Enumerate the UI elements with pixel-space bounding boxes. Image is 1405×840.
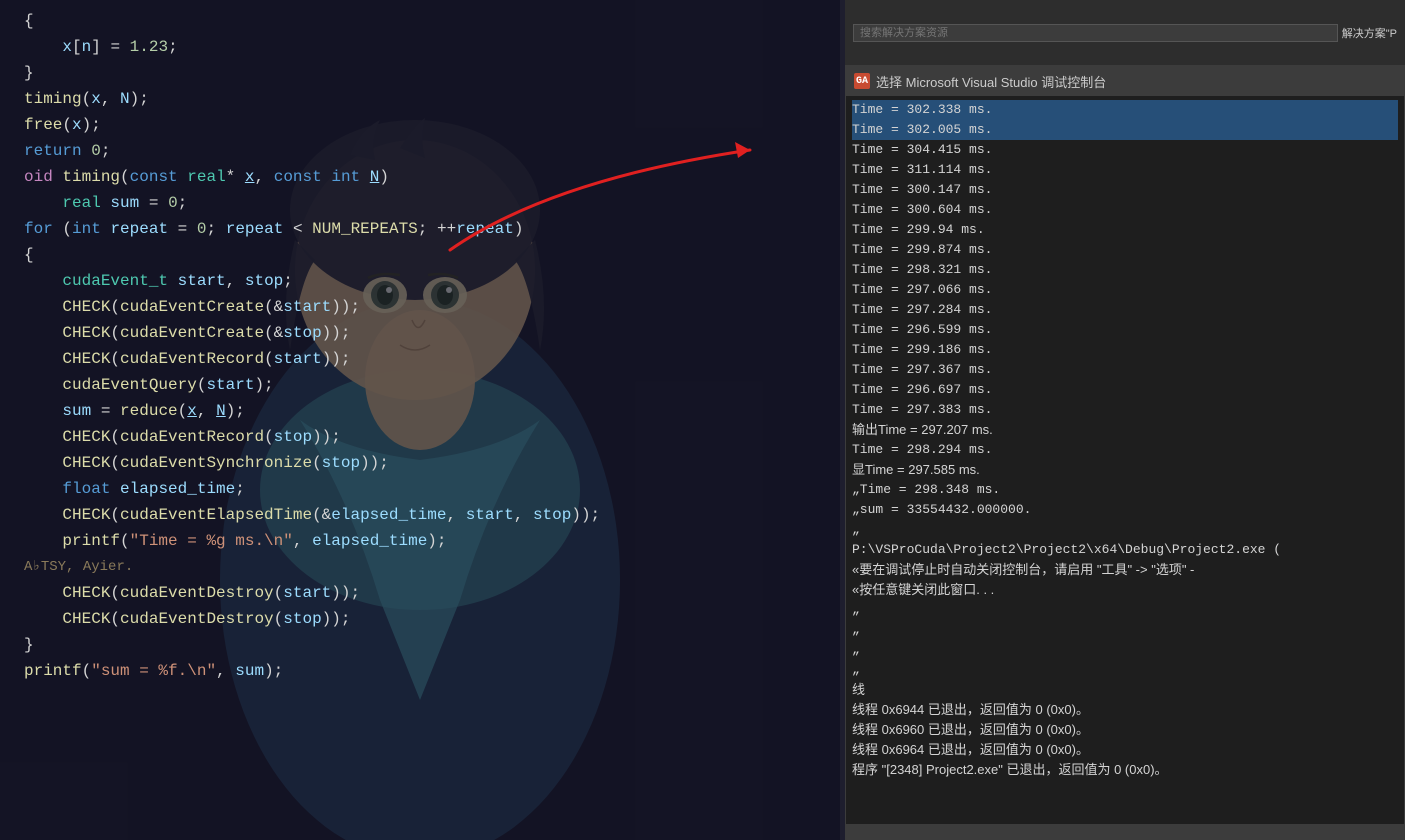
debug-line: Time = 299.186 ms.	[852, 340, 1398, 360]
debug-line: «按任意键关闭此窗口. . .	[852, 580, 1398, 600]
code-line: CHECK(cudaEventElapsedTime(&elapsed_time…	[0, 502, 840, 528]
debug-line: „	[852, 620, 1398, 640]
scrollbar-bottom[interactable]	[845, 824, 1405, 840]
debug-line: „	[852, 600, 1398, 620]
debug-line: Time = 304.415 ms.	[852, 140, 1398, 160]
debug-line: Time = 298.321 ms.	[852, 260, 1398, 280]
code-line: for (int repeat = 0; repeat < NUM_REPEAT…	[0, 216, 840, 242]
debug-line: Time = 300.147 ms.	[852, 180, 1398, 200]
debug-line: Time = 298.294 ms.	[852, 440, 1398, 460]
code-line: CHECK(cudaEventRecord(start));	[0, 346, 840, 372]
debug-line: Time = 302.005 ms.	[852, 120, 1398, 140]
debug-title-text: 选择 Microsoft Visual Studio 调试控制台	[876, 72, 1106, 91]
debug-line: 程序 "[2348] Project2.exe" 已退出，返回值为 0 (0x0…	[852, 760, 1398, 780]
code-line: CHECK(cudaEventSynchronize(stop));	[0, 450, 840, 476]
debug-title-icon: GA	[854, 73, 870, 89]
debug-line: Time = 299.874 ms.	[852, 240, 1398, 260]
code-line: }	[0, 60, 840, 86]
code-line: timing(x, N);	[0, 86, 840, 112]
code-line: x[n] = 1.23;	[0, 34, 840, 60]
code-line: printf("Time = %g ms.\n", elapsed_time);	[0, 528, 840, 554]
code-panel: { x[n] = 1.23; } timing(x, N); free(x); …	[0, 0, 840, 840]
debug-content[interactable]: Time = 302.338 ms.Time = 302.005 ms.Time…	[846, 96, 1404, 839]
code-line: CHECK(cudaEventDestroy(start));	[0, 580, 840, 606]
debug-line: Time = 297.284 ms.	[852, 300, 1398, 320]
debug-line: Time = 311.114 ms.	[852, 160, 1398, 180]
code-line: cudaEvent_t start, stop;	[0, 268, 840, 294]
debug-line: Time = 297.367 ms.	[852, 360, 1398, 380]
debug-line: „Time = 298.348 ms.	[852, 480, 1398, 500]
code-line: {	[0, 8, 840, 34]
debug-line: Time = 302.338 ms.	[852, 100, 1398, 120]
debug-line: Time = 299.94 ms.	[852, 220, 1398, 240]
code-line: CHECK(cudaEventDestroy(stop));	[0, 606, 840, 632]
code-line: CHECK(cudaEventRecord(stop));	[0, 424, 840, 450]
debug-line: 线程 0x6960 已退出，返回值为 0 (0x0)。	[852, 720, 1398, 740]
debug-line: 显Time = 297.585 ms.	[852, 460, 1398, 480]
solution-label: 解决方案"P	[1342, 25, 1397, 41]
debug-line: „	[852, 640, 1398, 660]
code-line: free(x);	[0, 112, 840, 138]
debug-line: «要在调试停止时自动关闭控制台，请启用 "工具" -> "选项" -	[852, 560, 1398, 580]
code-line: CHECK(cudaEventCreate(&stop));	[0, 320, 840, 346]
debug-line: „	[852, 520, 1398, 540]
search-input[interactable]	[853, 24, 1338, 42]
debug-line: Time = 297.066 ms.	[852, 280, 1398, 300]
code-content: { x[n] = 1.23; } timing(x, N); free(x); …	[0, 0, 840, 840]
code-line: cudaEventQuery(start);	[0, 372, 840, 398]
debug-titlebar: GA 选择 Microsoft Visual Studio 调试控制台	[846, 66, 1404, 96]
debug-line: 线程 0x6964 已退出，返回值为 0 (0x0)。	[852, 740, 1398, 760]
debug-line: P:\VSProCuda\Project2\Project2\x64\Debug…	[852, 540, 1398, 560]
code-line-reduce: sum = reduce(x, N);	[0, 398, 840, 424]
code-line: return 0;	[0, 138, 840, 164]
code-line: {	[0, 242, 840, 268]
debug-console-panel[interactable]: GA 选择 Microsoft Visual Studio 调试控制台 Time…	[845, 65, 1405, 840]
debug-line: Time = 296.697 ms.	[852, 380, 1398, 400]
code-line: real sum = 0;	[0, 190, 840, 216]
debug-line: 线程 0x6944 已退出，返回值为 0 (0x0)。	[852, 700, 1398, 720]
code-line: printf("sum = %f.\n", sum);	[0, 658, 840, 684]
debug-line: „sum = 33554432.000000.	[852, 500, 1398, 520]
right-toolbar: 解决方案"P	[845, 0, 1405, 65]
code-line: }	[0, 632, 840, 658]
debug-line: 线	[852, 680, 1398, 700]
debug-line: Time = 296.599 ms.	[852, 320, 1398, 340]
code-line: float elapsed_time;	[0, 476, 840, 502]
code-line: CHECK(cudaEventCreate(&start));	[0, 294, 840, 320]
debug-line: Time = 300.604 ms.	[852, 200, 1398, 220]
code-line: oid timing(const real* x, const int N)	[0, 164, 840, 190]
debug-line: Time = 297.383 ms.	[852, 400, 1398, 420]
code-line: A♭TSY, Ayier.	[0, 554, 840, 580]
debug-line: 输出Time = 297.207 ms.	[852, 420, 1398, 440]
debug-line: „	[852, 660, 1398, 680]
